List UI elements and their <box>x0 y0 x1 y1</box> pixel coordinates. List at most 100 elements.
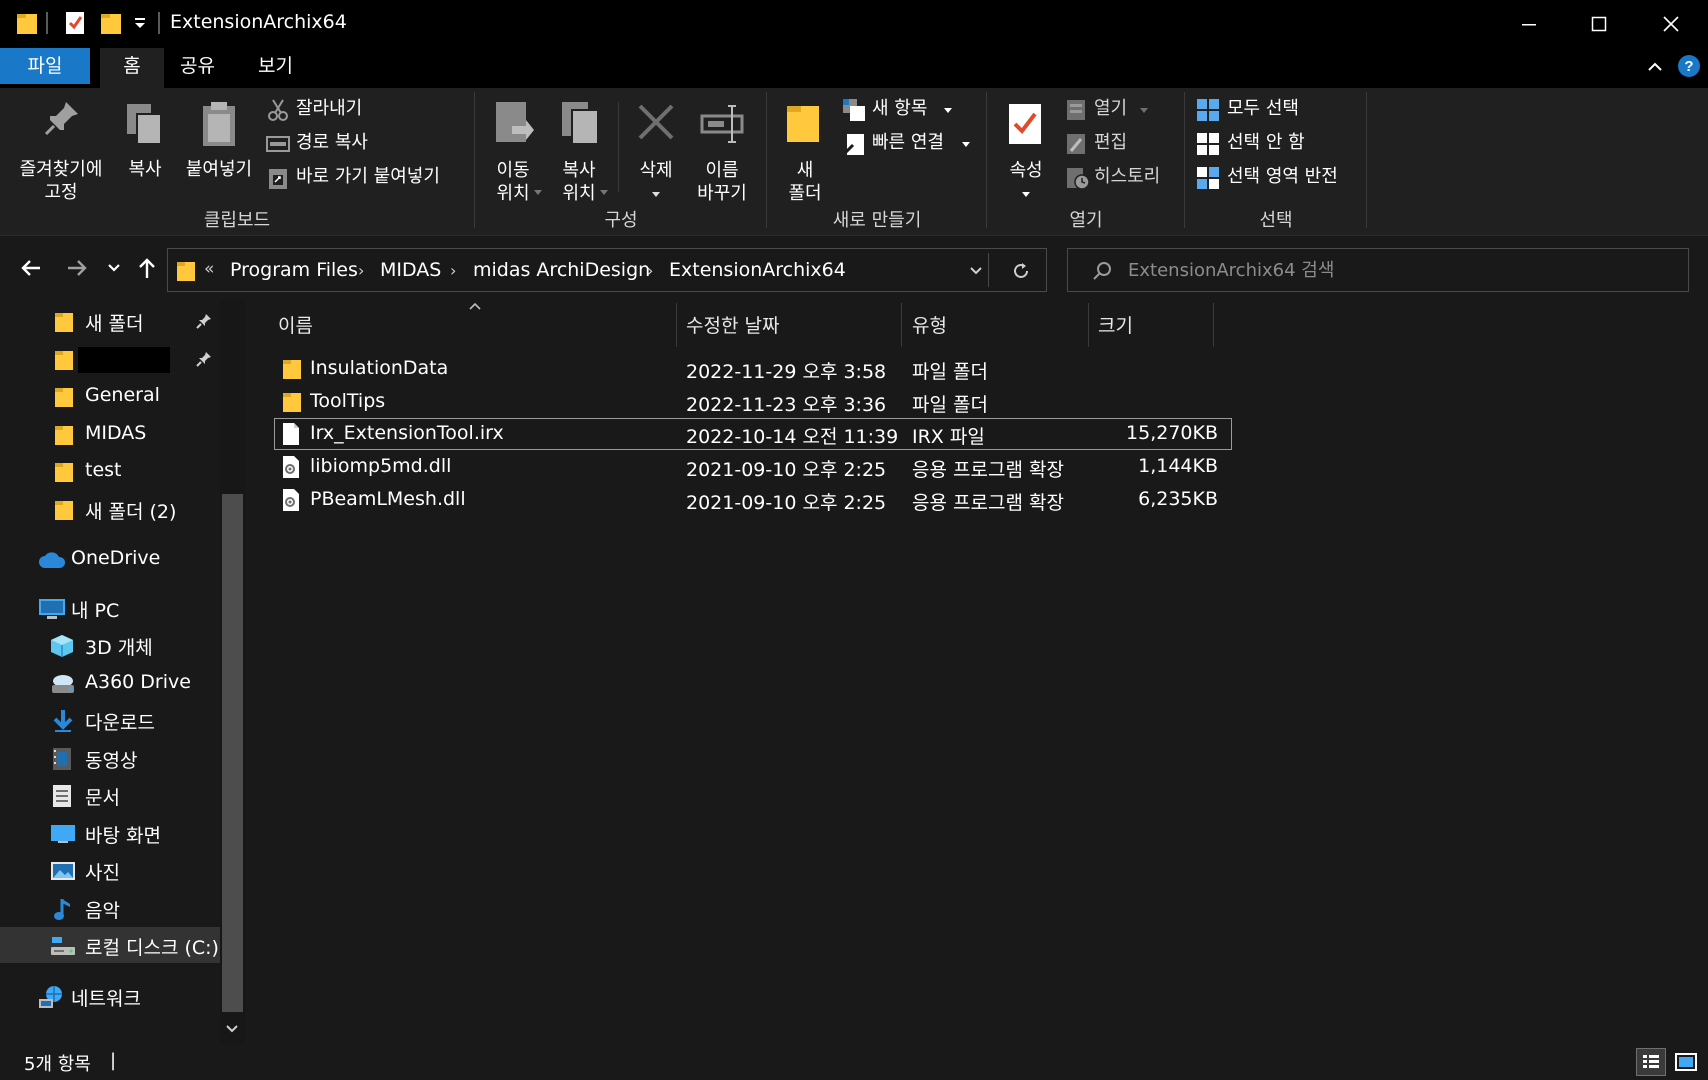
cut-button[interactable]: 잘라내기 <box>266 96 466 124</box>
address-bar[interactable]: « Program Files › MIDAS › midas ArchiDes… <box>167 248 1047 292</box>
nav-item-3d-objects[interactable]: 3D 개체 <box>0 627 220 663</box>
nav-item-label: 새 폴더 <box>85 313 144 335</box>
address-dropdown-chevron-icon[interactable] <box>969 265 983 277</box>
select-none-button[interactable]: 선택 안 함 <box>1196 130 1366 158</box>
maximize-button[interactable] <box>1564 0 1634 48</box>
file-name: InsulationData <box>310 357 449 379</box>
breadcrumb-chevron-icon[interactable]: › <box>647 261 653 280</box>
copy-path-icon <box>266 136 290 152</box>
move-to-button[interactable]: 이동 위치 <box>482 96 544 204</box>
large-icons-view-button[interactable] <box>1672 1048 1700 1076</box>
nav-item-documents[interactable]: 문서 <box>0 777 220 813</box>
chevron-down-icon <box>652 192 660 198</box>
column-header-type[interactable]: 유형 <box>912 311 947 338</box>
video-icon <box>52 747 72 771</box>
nav-item-local-disk-c[interactable]: 로컬 디스크 (C:) <box>0 927 220 963</box>
paste-shortcut-button[interactable]: 바로 가기 붙여넣기 <box>266 164 466 192</box>
tab-home[interactable]: 홈 <box>100 48 164 88</box>
ribbon-separator <box>1366 92 1367 228</box>
minimize-button[interactable] <box>1494 0 1564 48</box>
nav-item-general[interactable]: General <box>0 378 220 414</box>
column-separator[interactable] <box>676 303 677 347</box>
recent-locations-chevron-icon[interactable] <box>107 262 121 274</box>
invert-selection-button[interactable]: 선택 영역 반전 <box>1196 164 1366 192</box>
breadcrumb-program-files[interactable]: Program Files <box>230 259 358 281</box>
file-type: 파일 폴더 <box>912 361 988 383</box>
scroll-down-chevron-icon[interactable] <box>224 1023 240 1035</box>
delete-button[interactable]: 삭제 <box>626 96 686 200</box>
column-header-size[interactable]: 크기 <box>1098 311 1133 338</box>
file-row-insulationdata[interactable]: InsulationData 2022-11-29 오후 3:58 파일 폴더 <box>274 353 1458 385</box>
desktop-icon <box>50 824 76 844</box>
open-label: 열기 <box>1094 98 1128 119</box>
up-arrow-icon[interactable] <box>136 256 158 280</box>
nav-item-downloads[interactable]: 다운로드 <box>0 702 220 738</box>
nav-item-videos[interactable]: 동영상 <box>0 740 220 776</box>
file-row-pbeamlmesh[interactable]: PBeamLMesh.dll 2021-09-10 오후 2:25 응용 프로그… <box>274 484 1458 516</box>
breadcrumb-extensionarchix64[interactable]: ExtensionArchix64 <box>669 259 846 281</box>
nav-item-network[interactable]: 네트워크 <box>0 978 220 1014</box>
paste-button[interactable]: 붙여넣기 <box>178 96 260 186</box>
nav-scrollbar[interactable] <box>220 299 245 1044</box>
nav-item-new-folder-2[interactable]: 새 폴더 (2) <box>0 491 220 527</box>
nav-item-desktop[interactable]: 바탕 화면 <box>0 815 220 851</box>
properties-quick-icon[interactable] <box>64 10 86 36</box>
tab-file[interactable]: 파일 <box>0 48 90 84</box>
file-name: PBeamLMesh.dll <box>310 488 466 510</box>
properties-button[interactable]: 속성 <box>994 96 1058 200</box>
paste-label: 붙여넣기 <box>185 159 253 180</box>
refresh-icon[interactable] <box>1011 261 1031 281</box>
nav-item-redacted-folder[interactable] <box>0 341 220 377</box>
nav-item-new-folder[interactable]: 새 폴더 <box>0 303 220 339</box>
open-icon <box>1066 98 1086 122</box>
breadcrumb-overflow[interactable]: « <box>204 259 214 279</box>
search-box[interactable] <box>1067 248 1689 292</box>
forward-arrow-icon[interactable] <box>66 257 88 279</box>
nav-item-test[interactable]: test <box>0 453 220 489</box>
new-folder-label: 새 <box>796 160 814 181</box>
new-item-button[interactable]: 새 항목 <box>842 96 982 124</box>
nav-item-this-pc[interactable]: 내 PC <box>0 590 220 626</box>
file-row-tooltips[interactable]: ToolTips 2022-11-23 오후 3:36 파일 폴더 <box>274 386 1458 418</box>
nav-item-midas[interactable]: MIDAS <box>0 416 220 452</box>
details-view-button[interactable] <box>1636 1048 1666 1076</box>
select-all-button[interactable]: 모두 선택 <box>1196 96 1366 124</box>
nav-scrollbar-thumb[interactable] <box>222 494 243 1012</box>
close-button[interactable] <box>1636 0 1706 48</box>
tab-share[interactable]: 공유 <box>166 48 229 84</box>
easy-access-button[interactable]: 빠른 연결 <box>842 130 982 158</box>
pin-icon[interactable] <box>196 351 212 367</box>
customize-toolbar-chevron-icon[interactable] <box>133 16 147 30</box>
column-separator[interactable] <box>1213 303 1214 347</box>
folder-icon <box>282 390 302 414</box>
breadcrumb-chevron-icon[interactable]: › <box>358 261 364 280</box>
edit-button: 편집 <box>1064 130 1180 158</box>
breadcrumb-midas-archidesign[interactable]: midas ArchiDesign <box>473 259 650 281</box>
pin-to-quick-access-button[interactable]: 즐겨찾기에 고정 <box>6 96 116 204</box>
column-separator[interactable] <box>1088 303 1089 347</box>
nav-item-music[interactable]: 음악 <box>0 890 220 926</box>
column-separator[interactable] <box>901 303 902 347</box>
breadcrumb-midas[interactable]: MIDAS <box>380 259 441 281</box>
file-row-libiomp5md[interactable]: libiomp5md.dll 2021-09-10 오후 2:25 응용 프로그… <box>274 451 1458 483</box>
back-arrow-icon[interactable] <box>20 257 42 279</box>
nav-item-a360-drive[interactable]: A360 Drive <box>0 665 220 701</box>
nav-item-onedrive[interactable]: OneDrive <box>0 541 220 577</box>
pin-icon[interactable] <box>196 313 212 329</box>
copy-to-button[interactable]: 복사 위치 <box>548 96 610 204</box>
copy-button[interactable]: 복사 <box>118 96 172 186</box>
nav-item-pictures[interactable]: 사진 <box>0 852 220 888</box>
column-header-name[interactable]: 이름 <box>278 311 313 338</box>
breadcrumb-chevron-icon[interactable]: › <box>450 261 456 280</box>
copy-path-button[interactable]: 경로 복사 <box>266 130 466 158</box>
search-input[interactable] <box>1128 257 1668 283</box>
new-folder-quick-icon[interactable] <box>100 12 122 36</box>
rename-button[interactable]: 이름 바꾸기 <box>690 96 754 204</box>
new-folder-button[interactable]: 새 폴더 <box>772 96 838 204</box>
tab-view[interactable]: 보기 <box>244 48 307 84</box>
help-icon[interactable]: ? <box>1677 54 1701 78</box>
column-header-date-modified[interactable]: 수정한 날짜 <box>686 311 779 338</box>
collapse-ribbon-chevron-icon[interactable] <box>1646 58 1664 76</box>
folder-icon <box>54 460 74 484</box>
file-row-irx-extensiontool[interactable]: Irx_ExtensionTool.irx 2022-10-14 오전 11:3… <box>274 418 1232 450</box>
